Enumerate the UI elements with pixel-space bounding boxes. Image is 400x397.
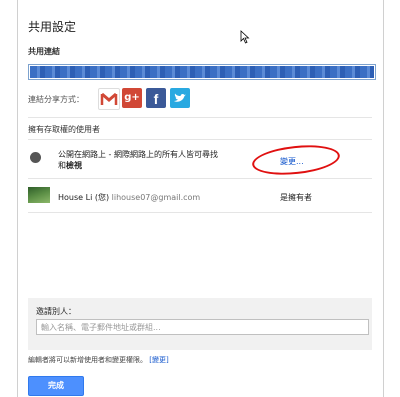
owner-role: 是擁有者 (280, 193, 312, 202)
share-link-label: 共用連結 (28, 47, 60, 56)
google-plus-icon[interactable]: g+ (122, 88, 142, 108)
divider (28, 212, 372, 213)
public-access-line2: 和檢視 (58, 161, 82, 170)
share-via-label: 連結分享方式： (28, 95, 84, 104)
divider (28, 139, 372, 140)
editor-permission-note: 編輯者將可以新增使用者和變更權限。 [變更] (28, 356, 169, 364)
done-button[interactable]: 完成 (28, 376, 84, 396)
globe-icon (30, 152, 41, 163)
divider (28, 117, 372, 118)
share-settings-dialog: 共用設定 共用連結 連結分享方式： g+ f 擁有存取權的使用者 公開在網路上 … (17, 0, 384, 397)
owner-email: lihouse07@gmail.com (111, 193, 201, 202)
share-link-selected-text (30, 66, 374, 78)
view-permission-text: 檢視 (66, 161, 82, 170)
highlight-annotation (250, 141, 342, 179)
invite-panel: 邀請別人： (28, 298, 372, 350)
change-editor-permission-link[interactable]: [變更] (149, 356, 168, 364)
share-link-field[interactable] (28, 64, 376, 80)
mouse-cursor-icon (240, 30, 250, 44)
invite-label: 邀請別人： (36, 307, 76, 316)
owner-name: House Li (您) (58, 193, 110, 202)
public-access-line1: 公開在網路上 - 網際網路上的所有人皆可尋找 (58, 150, 218, 159)
invite-input[interactable] (36, 319, 369, 335)
permissions-title: 擁有存取權的使用者 (28, 125, 100, 134)
public-access-description: 公開在網路上 - 網際網路上的所有人皆可尋找 和檢視 (58, 149, 218, 171)
gmail-icon[interactable] (98, 88, 120, 110)
facebook-icon[interactable]: f (146, 88, 166, 108)
divider (28, 178, 372, 179)
avatar (28, 187, 50, 203)
twitter-icon[interactable] (170, 88, 190, 108)
owner-info: House Li (您) lihouse07@gmail.com (58, 192, 200, 203)
dialog-title: 共用設定 (28, 20, 77, 34)
